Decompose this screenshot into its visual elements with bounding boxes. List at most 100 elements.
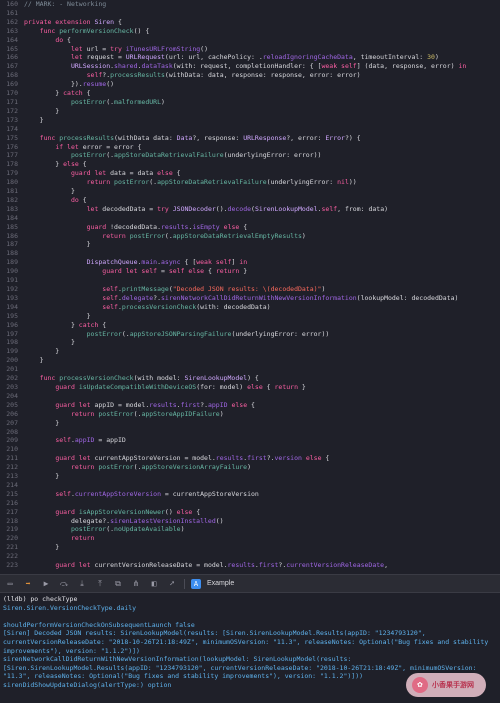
environment-override-icon[interactable]: ◧	[148, 578, 160, 590]
code-line[interactable]: 211 guard let currentAppStoreVersion = m…	[0, 454, 500, 463]
code-text[interactable]: guard isUpdateCompatibleWithDeviceOS(for…	[24, 383, 306, 391]
code-line[interactable]: 214	[0, 481, 500, 490]
step-over-icon[interactable]: ⤼	[58, 578, 70, 590]
code-text[interactable]: let decodedData = try JSONDecoder().deco…	[24, 205, 388, 213]
code-line[interactable]: 182 do {	[0, 196, 500, 205]
code-text[interactable]: URLSession.shared.dataTask(with: request…	[24, 62, 466, 70]
line-number[interactable]: 162	[0, 18, 18, 27]
code-text[interactable]: func performVersionCheck() {	[24, 27, 150, 35]
code-line[interactable]: 209 self.appID = appID	[0, 436, 500, 445]
code-line[interactable]: 216	[0, 499, 500, 508]
code-line[interactable]: 178 } else {	[0, 160, 500, 169]
line-number[interactable]: 181	[0, 187, 18, 196]
code-text[interactable]: guard let data = data else {	[24, 169, 181, 177]
code-line[interactable]: 168 self?.processResults(withData: data,…	[0, 71, 500, 80]
code-text[interactable]: }	[24, 419, 59, 427]
line-number[interactable]: 168	[0, 71, 18, 80]
memory-graph-icon[interactable]: ⋔	[130, 578, 142, 590]
code-line[interactable]: 189 DispatchQueue.main.async { [weak sel…	[0, 258, 500, 267]
code-text[interactable]: guard let appID = model.results.first?.a…	[24, 401, 255, 409]
code-line[interactable]: 176 if let error = error {	[0, 143, 500, 152]
code-text[interactable]: self.appID = appID	[24, 436, 125, 444]
line-number[interactable]: 184	[0, 214, 18, 223]
code-text[interactable]: }	[24, 107, 59, 115]
code-text[interactable]: guard let self = self else { return }	[24, 267, 247, 275]
code-text[interactable]: do {	[24, 36, 71, 44]
line-number[interactable]: 179	[0, 169, 18, 178]
line-number[interactable]: 219	[0, 525, 18, 534]
line-number[interactable]: 210	[0, 445, 18, 454]
code-text[interactable]: return postError(.appStoreDataRetrievalF…	[24, 178, 357, 186]
code-line[interactable]: 199 }	[0, 347, 500, 356]
line-number[interactable]: 204	[0, 392, 18, 401]
line-number[interactable]: 217	[0, 508, 18, 517]
code-line[interactable]: 172 }	[0, 107, 500, 116]
line-number[interactable]: 209	[0, 436, 18, 445]
code-text[interactable]: self.delegate?.sirenNetworkCallDidReturn…	[24, 294, 458, 302]
line-number[interactable]: 163	[0, 27, 18, 36]
line-number[interactable]: 171	[0, 98, 18, 107]
line-number[interactable]: 213	[0, 472, 18, 481]
line-number[interactable]: 178	[0, 160, 18, 169]
line-number[interactable]: 197	[0, 330, 18, 339]
line-number[interactable]: 211	[0, 454, 18, 463]
code-text[interactable]: self.printMessage("Decoded JSON results:…	[24, 285, 325, 293]
code-text[interactable]: }	[24, 338, 75, 346]
code-text[interactable]: }	[24, 312, 91, 320]
code-text[interactable]: } catch {	[24, 321, 106, 329]
line-number[interactable]: 192	[0, 285, 18, 294]
line-number[interactable]: 222	[0, 552, 18, 561]
code-text[interactable]: postError(.noUpdateAvailable)	[24, 525, 185, 533]
code-line[interactable]: 220 return	[0, 534, 500, 543]
line-number[interactable]: 169	[0, 80, 18, 89]
code-line[interactable]: 164 do {	[0, 36, 500, 45]
code-line[interactable]: 196 } catch {	[0, 321, 500, 330]
line-number[interactable]: 223	[0, 561, 18, 570]
code-line[interactable]: 181 }	[0, 187, 500, 196]
code-line[interactable]: 213 }	[0, 472, 500, 481]
code-line[interactable]: 204	[0, 392, 500, 401]
line-number[interactable]: 165	[0, 45, 18, 54]
code-line[interactable]: 221 }	[0, 543, 500, 552]
process-label[interactable]: Example	[207, 580, 234, 587]
code-text[interactable]: self.currentAppStoreVersion = currentApp…	[24, 490, 259, 498]
code-line[interactable]: 198 }	[0, 338, 500, 347]
line-number[interactable]: 202	[0, 374, 18, 383]
code-text[interactable]: }	[24, 347, 59, 355]
code-text[interactable]: postError(.malformedURL)	[24, 98, 165, 106]
code-line[interactable]: 185 guard !decodedData.results.isEmpty e…	[0, 223, 500, 232]
code-line[interactable]: 193 self.delegate?.sirenNetworkCallDidRe…	[0, 294, 500, 303]
line-number[interactable]: 208	[0, 428, 18, 437]
line-number[interactable]: 176	[0, 143, 18, 152]
code-line[interactable]: 197 postError(.appStoreJSONParsingFailur…	[0, 330, 500, 339]
code-line[interactable]: 203 guard isUpdateCompatibleWithDeviceOS…	[0, 383, 500, 392]
code-text[interactable]: return	[24, 534, 94, 542]
code-line[interactable]: 188	[0, 249, 500, 258]
line-number[interactable]: 194	[0, 303, 18, 312]
step-out-icon[interactable]: ⤒	[94, 578, 106, 590]
code-text[interactable]: let request = URLRequest(url: url, cache…	[24, 53, 439, 61]
code-line[interactable]: 217 guard isAppStoreVersionNewer() else …	[0, 508, 500, 517]
code-line[interactable]: 161	[0, 9, 500, 18]
code-text[interactable]: let url = try iTunesURLFromString()	[24, 45, 208, 53]
line-number[interactable]: 177	[0, 151, 18, 160]
line-number[interactable]: 187	[0, 240, 18, 249]
code-line[interactable]: 218 delegate?.sirenLatestVersionInstalle…	[0, 517, 500, 526]
code-line[interactable]: 170 } catch {	[0, 89, 500, 98]
code-text[interactable]: }).resume()	[24, 80, 114, 88]
code-line[interactable]: 200 }	[0, 356, 500, 365]
code-line[interactable]: 183 let decodedData = try JSONDecoder().…	[0, 205, 500, 214]
code-text[interactable]: }	[24, 543, 59, 551]
code-text[interactable]: return postError(.appStoreDataRetrievalE…	[24, 232, 306, 240]
code-text[interactable]: // MARK: - Networking	[24, 0, 106, 8]
code-line[interactable]: 177 postError(.appStoreDataRetrievalFail…	[0, 151, 500, 160]
line-number[interactable]: 189	[0, 258, 18, 267]
line-number[interactable]: 174	[0, 125, 18, 134]
code-line[interactable]: 160 // MARK: - Networking	[0, 0, 500, 9]
code-text[interactable]: }	[24, 240, 91, 248]
code-text[interactable]: self.processVersionCheck(with: decodedDa…	[24, 303, 270, 311]
continue-icon[interactable]: ▶	[40, 578, 52, 590]
breakpoints-toggle-icon[interactable]: ➡	[22, 578, 34, 590]
line-number[interactable]: 167	[0, 62, 18, 71]
line-number[interactable]: 185	[0, 223, 18, 232]
